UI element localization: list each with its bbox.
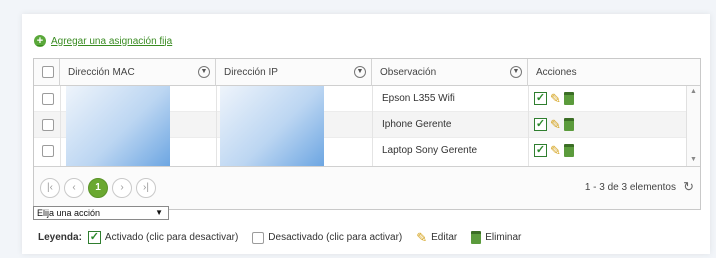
grid-header: Dirección MAC ▼ Dirección IP ▼ Observaci… bbox=[34, 59, 700, 86]
edit-pencil-icon[interactable]: ✎ bbox=[550, 92, 561, 105]
toggle-check-icon[interactable]: ✓ bbox=[534, 92, 547, 105]
delete-trash-icon[interactable] bbox=[563, 144, 574, 157]
grid-scrollbar[interactable]: ▲ ▼ bbox=[686, 86, 700, 166]
legend-label: Leyenda: bbox=[38, 232, 82, 243]
column-divider bbox=[372, 86, 373, 166]
row-checkbox[interactable] bbox=[42, 145, 54, 157]
column-divider bbox=[528, 86, 529, 166]
plus-circle-icon: + bbox=[34, 35, 46, 47]
inactive-checkbox-icon bbox=[252, 231, 265, 244]
refresh-icon[interactable]: ↻ bbox=[683, 179, 694, 195]
edit-pencil-icon[interactable]: ✎ bbox=[550, 118, 561, 131]
redacted-mac-addresses bbox=[66, 86, 170, 166]
legend-active: Activado (clic para desactivar) bbox=[104, 232, 239, 243]
scroll-down-icon[interactable]: ▼ bbox=[687, 154, 700, 166]
header-observation-label: Observación bbox=[380, 67, 437, 78]
header-actions: Acciones bbox=[528, 59, 686, 86]
observation-cell: Laptop Sony Gerente bbox=[382, 145, 478, 156]
scroll-up-icon[interactable]: ▲ bbox=[687, 86, 700, 98]
current-page-button[interactable]: 1 bbox=[88, 178, 108, 198]
legend-delete: Eliminar bbox=[485, 232, 522, 243]
row-actions: ✓ ✎ bbox=[534, 118, 574, 131]
assignments-grid: Dirección MAC ▼ Dirección IP ▼ Observaci… bbox=[33, 58, 701, 210]
toggle-check-icon[interactable]: ✓ bbox=[534, 118, 547, 131]
add-fixed-assignment-link[interactable]: + Agregar una asignación fija bbox=[34, 35, 172, 47]
legend: Leyenda: ✓ Activado (clic para desactiva… bbox=[38, 231, 521, 244]
toggle-check-icon[interactable]: ✓ bbox=[534, 144, 547, 157]
filter-icon[interactable]: ▼ bbox=[510, 66, 522, 78]
delete-trash-icon bbox=[471, 231, 482, 244]
prev-page-button[interactable]: ‹ bbox=[64, 178, 84, 198]
row-actions: ✓ ✎ bbox=[534, 92, 574, 105]
select-all-checkbox[interactable] bbox=[42, 66, 54, 78]
row-checkbox[interactable] bbox=[42, 93, 54, 105]
delete-trash-icon[interactable] bbox=[563, 92, 574, 105]
legend-inactive: Desactivado (clic para activar) bbox=[268, 232, 403, 243]
column-divider bbox=[60, 86, 61, 166]
filter-icon[interactable]: ▼ bbox=[354, 66, 366, 78]
delete-trash-icon[interactable] bbox=[563, 118, 574, 131]
first-page-button[interactable]: |‹ bbox=[40, 178, 60, 198]
add-fixed-assignment-label: Agregar una asignación fija bbox=[51, 35, 173, 47]
column-divider bbox=[216, 86, 217, 166]
header-mac-label: Dirección MAC bbox=[68, 67, 135, 78]
row-checkbox[interactable] bbox=[42, 119, 54, 131]
bulk-action-selected: Elija una acción bbox=[37, 208, 101, 218]
fixed-assignments-panel: + Agregar una asignación fija Dirección … bbox=[22, 14, 710, 254]
edit-pencil-icon: ✎ bbox=[416, 230, 428, 245]
next-page-button[interactable]: › bbox=[112, 178, 132, 198]
edit-pencil-icon[interactable]: ✎ bbox=[550, 144, 561, 157]
select-all-header bbox=[34, 59, 60, 86]
header-observation[interactable]: Observación ▼ bbox=[372, 59, 528, 86]
observation-cell: Epson L355 Wifi bbox=[382, 93, 455, 104]
header-ip-label: Dirección IP bbox=[224, 67, 278, 78]
row-actions: ✓ ✎ bbox=[534, 144, 574, 157]
last-page-button[interactable]: ›| bbox=[136, 178, 156, 198]
legend-edit: Editar bbox=[431, 232, 458, 243]
redacted-ip-addresses bbox=[220, 86, 324, 166]
header-actions-label: Acciones bbox=[536, 67, 577, 78]
active-check-icon: ✓ bbox=[87, 231, 101, 244]
header-ip[interactable]: Dirección IP ▼ bbox=[216, 59, 372, 86]
filter-icon[interactable]: ▼ bbox=[198, 66, 210, 78]
observation-cell: Iphone Gerente bbox=[382, 119, 452, 130]
chevron-down-icon: ▼ bbox=[155, 208, 163, 217]
grid-pager: |‹ ‹ 1 › ›| 1 - 3 de 3 elementos ↻ bbox=[34, 166, 700, 209]
header-mac[interactable]: Dirección MAC ▼ bbox=[60, 59, 216, 86]
bulk-action-select[interactable]: Elija una acción ▼ bbox=[33, 206, 169, 220]
pager-info: 1 - 3 de 3 elementos bbox=[584, 182, 676, 193]
